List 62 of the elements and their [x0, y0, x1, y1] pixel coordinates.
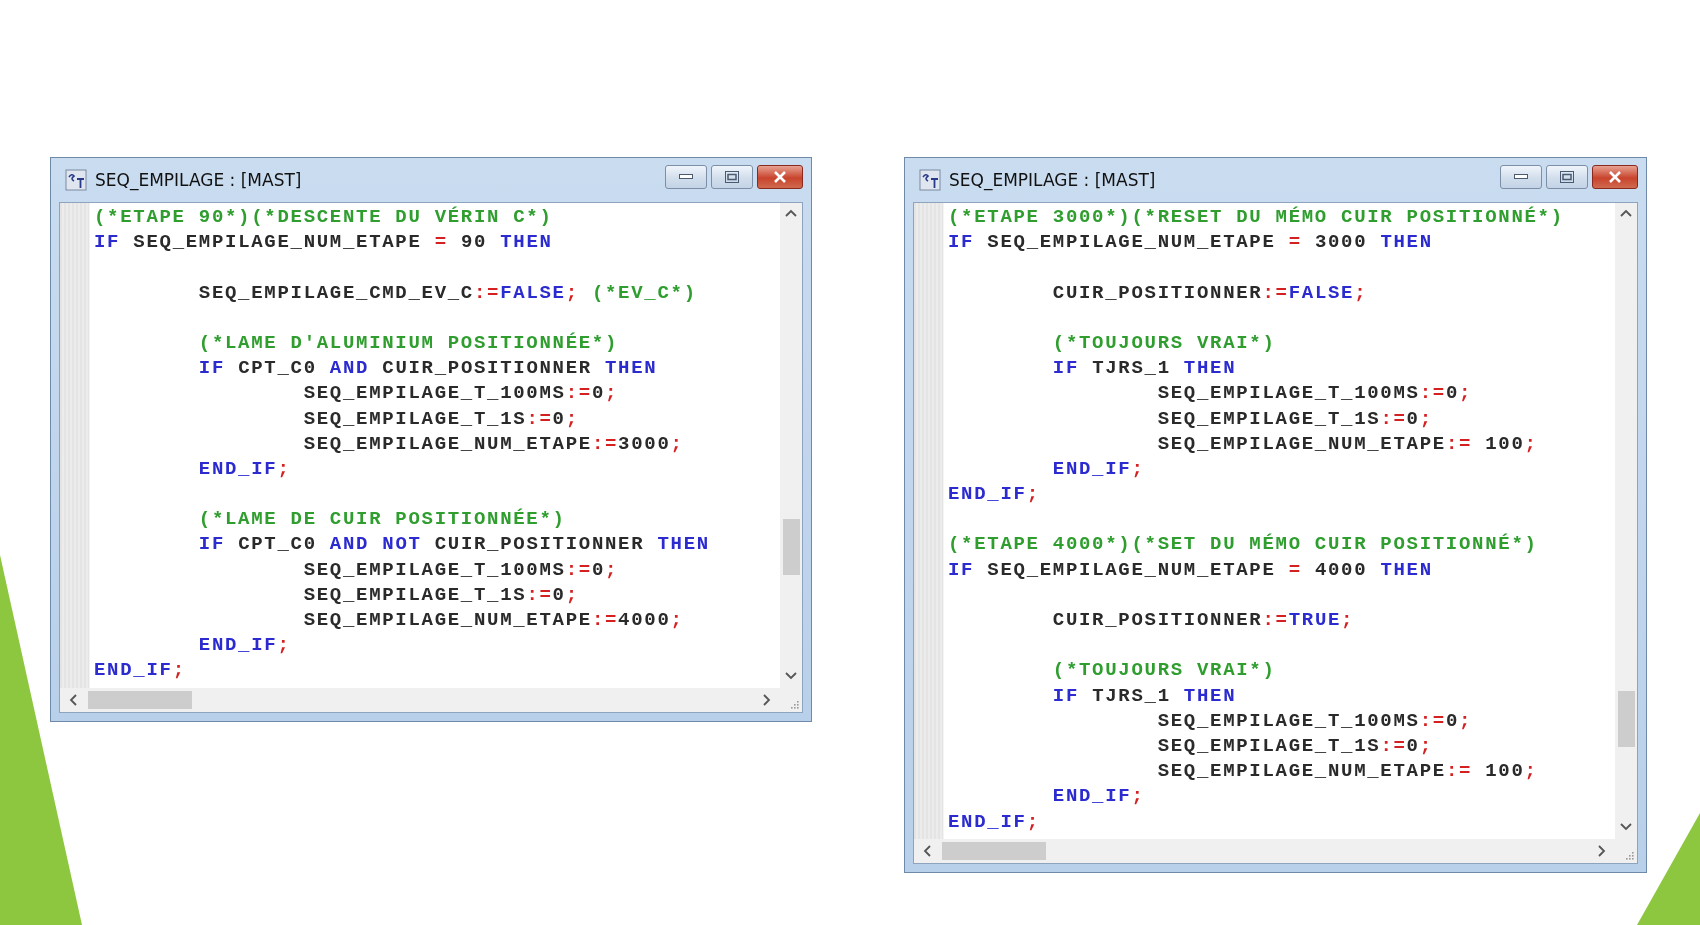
- close-button[interactable]: [757, 165, 803, 189]
- minimize-icon: [679, 174, 693, 180]
- scroll-thumb[interactable]: [782, 519, 800, 576]
- code-line: (*ETAPE 3000*)(*RESET DU MÉMO CUIR POSITIONNÉ*): [948, 205, 1564, 230]
- minimize-button[interactable]: [665, 165, 707, 189]
- scroll-thumb[interactable]: [1617, 690, 1635, 747]
- maximize-icon: [725, 171, 739, 183]
- code-line: SEQ_EMPILAGE_CMD_EV_C:=FALSE; (*EV_C*): [197, 280, 697, 306]
- code-line: (*ETAPE 90*)(*DESCENTE DU VÉRIN C*): [94, 205, 553, 230]
- vertical-scrollbar[interactable]: [780, 203, 802, 688]
- minimize-button[interactable]: [1500, 165, 1542, 189]
- resize-grip-icon[interactable]: [1624, 849, 1634, 860]
- code-line: END_IF;: [948, 482, 1040, 508]
- program-icon: [65, 169, 87, 191]
- code-line: (*ETAPE 4000*)(*SET DU MÉMO CUIR POSITIONNÉ*): [948, 532, 1538, 558]
- code-line: SEQ_EMPILAGE_T_100MS:=0;: [302, 557, 619, 583]
- resize-grip-icon[interactable]: [789, 698, 799, 709]
- minimize-icon: [1514, 174, 1528, 180]
- code-line: END_IF;: [197, 633, 291, 659]
- code-line: IF SEQ_EMPILAGE_NUM_ETAPE = 3000 THEN: [948, 230, 1433, 256]
- scroll-thumb[interactable]: [88, 690, 192, 709]
- code-line: SEQ_EMPILAGE_T_1S:=0;: [1156, 406, 1433, 432]
- code-line: IF CPT_C0 AND NOT CUIR_POSITIONNER THEN: [197, 532, 710, 558]
- window-title: SEQ_EMPILAGE : [MAST]: [949, 170, 1157, 190]
- code-line: SEQ_EMPILAGE_T_100MS:=0;: [302, 381, 619, 407]
- code-line: (*TOUJOURS VRAI*): [1051, 330, 1276, 356]
- code-line: SEQ_EMPILAGE_NUM_ETAPE:=3000;: [302, 431, 684, 457]
- code-line: SEQ_EMPILAGE_T_1S:=0;: [302, 582, 579, 608]
- code-line: IF SEQ_EMPILAGE_NUM_ETAPE = 4000 THEN: [948, 557, 1433, 583]
- window-title: SEQ_EMPILAGE : [MAST]: [95, 170, 303, 190]
- code-line: END_IF;: [1051, 784, 1145, 810]
- code-line: SEQ_EMPILAGE_NUM_ETAPE:=4000;: [302, 608, 684, 633]
- code-line: SEQ_EMPILAGE_NUM_ETAPE:= 100;: [1156, 431, 1538, 457]
- vertical-scrollbar[interactable]: [1615, 203, 1637, 839]
- code-line: END_IF;: [948, 809, 1040, 835]
- close-button[interactable]: [1592, 165, 1638, 189]
- code-line: SEQ_EMPILAGE_T_100MS:=0;: [1156, 381, 1473, 407]
- code-line: CUIR_POSITIONNER:=FALSE;: [1051, 280, 1368, 306]
- code-line: END_IF;: [197, 456, 291, 482]
- code-line: IF SEQ_EMPILAGE_NUM_ETAPE = 90 THEN: [94, 230, 553, 256]
- code-line: IF CPT_C0 AND CUIR_POSITIONNER THEN: [197, 356, 658, 382]
- code-line: (*TOUJOURS VRAI*): [1051, 658, 1276, 684]
- code-line: SEQ_EMPILAGE_NUM_ETAPE:= 100;: [1156, 759, 1538, 785]
- code-line: (*LAME D'ALUMINIUM POSITIONNÉE*): [197, 330, 619, 356]
- code-line: END_IF;: [1051, 456, 1145, 482]
- code-line: CUIR_POSITIONNER:=TRUE;: [1051, 608, 1355, 633]
- maximize-button[interactable]: [711, 165, 753, 189]
- scroll-thumb[interactable]: [942, 841, 1046, 860]
- horizontal-scrollbar[interactable]: [914, 838, 1615, 863]
- close-icon: [773, 171, 787, 183]
- maximize-button[interactable]: [1546, 165, 1588, 189]
- code-line: (*LAME DE CUIR POSITIONNÉE*): [197, 507, 566, 533]
- code-line: SEQ_EMPILAGE_T_100MS:=0;: [1156, 708, 1473, 734]
- code-line: SEQ_EMPILAGE_T_1S:=0;: [302, 406, 579, 432]
- program-icon: [919, 169, 941, 191]
- code-line: IF TJRS_1 THEN: [1051, 683, 1237, 709]
- maximize-icon: [1560, 171, 1574, 183]
- horizontal-scrollbar[interactable]: [60, 687, 780, 712]
- code-line: END_IF;: [94, 658, 186, 684]
- close-icon: [1608, 171, 1622, 183]
- code-line: IF TJRS_1 THEN: [1051, 356, 1237, 382]
- code-line: SEQ_EMPILAGE_T_1S:=0;: [1156, 733, 1433, 759]
